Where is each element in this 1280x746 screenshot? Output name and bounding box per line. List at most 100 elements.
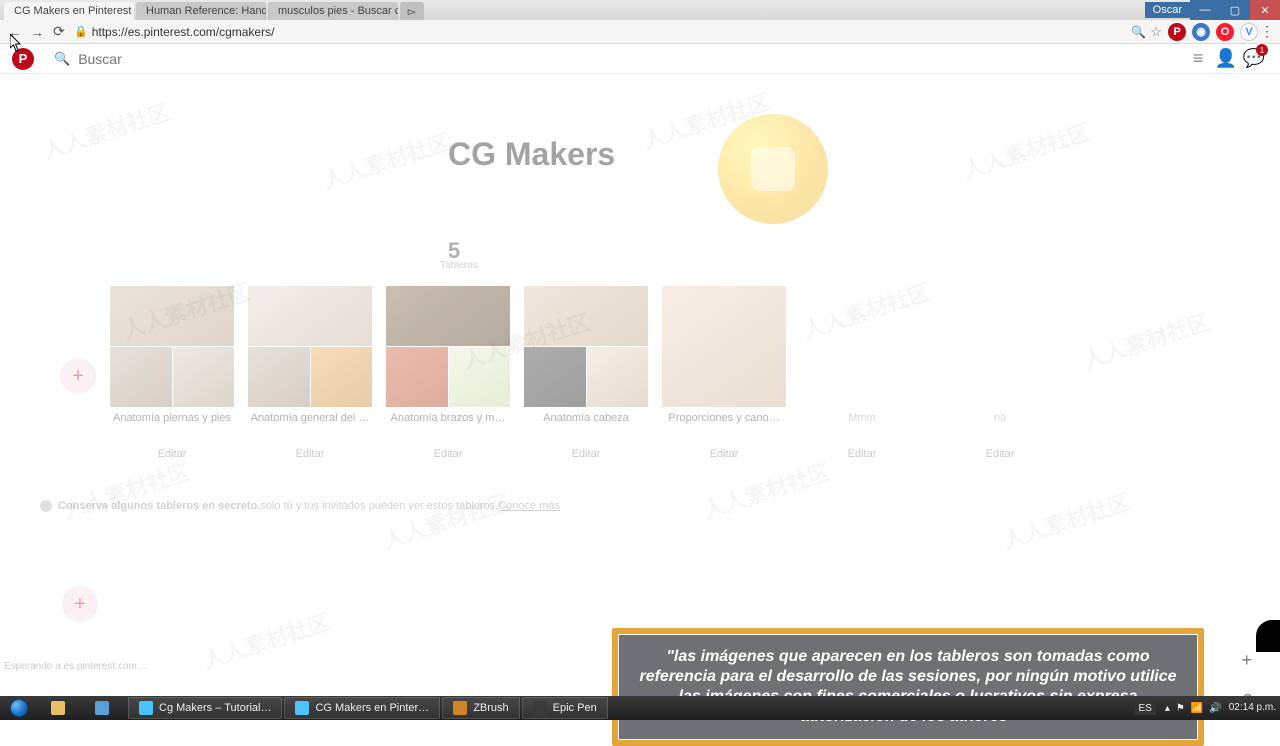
taskbar-app-zbrush[interactable]: ZBrush — [442, 697, 519, 719]
boards-count-label: Tableros — [440, 260, 478, 271]
tab-label: CG Makers en Pinterest — [14, 5, 131, 17]
url-text[interactable]: https://es.pinterest.com/cgmakers/ — [92, 25, 1132, 39]
pinterest-ext-icon[interactable]: P — [1168, 23, 1186, 41]
browser-tab-2[interactable]: Human Reference: Hand… × — [136, 2, 266, 20]
board-title: Proporciones y cano… — [662, 412, 786, 424]
page-content: CG Makers 5 Tableros + Anatomía piernas … — [0, 74, 1280, 676]
board-thumb — [110, 347, 172, 407]
profile-icon[interactable]: 👤 — [1212, 48, 1240, 69]
add-board-button[interactable]: + — [60, 358, 96, 394]
subtitle-text: "las imágenes que aparecen en los tabler… — [618, 634, 1198, 740]
watermark-text: 人人素材社区 — [58, 454, 193, 525]
profile-title: CG Makers — [448, 136, 615, 173]
board-edit-link[interactable]: Editar — [110, 448, 234, 460]
taskbar-app-epicpen[interactable]: Epic Pen — [522, 697, 608, 719]
board-thumb — [248, 286, 372, 346]
explorer-icon — [51, 701, 65, 715]
windows-taskbar: Cg Makers – Tutorial… CG Makers en Pinte… — [0, 696, 1280, 720]
board-edit-link[interactable]: Editar — [662, 448, 786, 460]
zoom-icon[interactable]: 🔍 — [1131, 25, 1146, 39]
board-title: Anatomía brazos y m… — [386, 412, 510, 424]
board-title: Anatomía general del … — [248, 412, 372, 424]
tray-volume-icon[interactable]: 🔊 — [1209, 703, 1221, 714]
extension-v-icon[interactable]: V — [1240, 23, 1258, 41]
profile-avatar[interactable] — [718, 114, 828, 224]
board-edit-link[interactable]: Editar — [524, 448, 648, 460]
opera-ext-icon[interactable]: O — [1216, 23, 1234, 41]
boards-row: + Anatomía piernas y pies Editar Anatomí… — [60, 286, 1062, 460]
window-user-badge[interactable]: Oscar — [1145, 2, 1190, 18]
avatar-inner-icon — [751, 147, 795, 191]
board-edit-link[interactable]: Editar — [938, 448, 1062, 460]
chat-icon[interactable]: 💬 1 — [1240, 48, 1268, 69]
board-thumb — [524, 347, 586, 407]
board-card[interactable]: Anatomía piernas y pies Editar — [110, 286, 234, 460]
tray-arrow-icon[interactable]: ▴ — [1165, 703, 1170, 714]
nav-reload-button[interactable]: ⟳ — [48, 21, 70, 43]
add-secret-board-button[interactable]: + — [62, 586, 98, 622]
board-title: Anatomía piernas y pies — [110, 412, 234, 424]
board-title: Anatomía cabeza — [524, 412, 648, 424]
window-close-button[interactable]: ✕ — [1250, 0, 1280, 20]
subtitle-overlay: "las imágenes que aparecen en los tabler… — [612, 628, 1204, 746]
search-wrap: 🔍 — [54, 51, 1184, 67]
taskbar-clock[interactable]: 02:14 p.m. — [1229, 703, 1276, 713]
taskbar-pinned-app[interactable] — [84, 697, 126, 719]
page-status-text: Esperando a es.pinterest.com… — [4, 661, 147, 672]
pinterest-add-button[interactable]: + — [1241, 650, 1252, 671]
board-card[interactable]: Anatomía cabeza Editar — [524, 286, 648, 460]
watermark-text: 人人素材社区 — [998, 484, 1133, 555]
language-indicator[interactable]: ES — [1134, 702, 1155, 715]
board-thumb — [248, 347, 310, 407]
tray-flag-icon[interactable]: ⚑ — [1176, 703, 1185, 714]
watermark-text: 人人素材社区 — [958, 114, 1093, 185]
learn-more-link[interactable]: Conoce más — [498, 500, 560, 512]
board-edit-link[interactable]: Editar — [248, 448, 372, 460]
new-tab-button[interactable]: ▻ — [400, 2, 424, 20]
watermark-text: 人人素材社区 — [378, 484, 513, 555]
system-tray: ES ▴ ⚑ 📶 🔊 02:14 p.m. — [1134, 702, 1280, 715]
extension-icon[interactable]: ◉ — [1192, 23, 1210, 41]
search-input[interactable] — [78, 51, 378, 67]
https-lock-icon[interactable]: 🔒 — [74, 25, 88, 38]
board-edit-link[interactable]: Editar — [800, 448, 924, 460]
app-icon — [95, 701, 109, 715]
taskbar-pinned-explorer[interactable] — [40, 697, 82, 719]
board-thumb — [662, 286, 786, 407]
board-thumb — [173, 347, 235, 407]
board-card[interactable]: Anatomía general del … Editar — [248, 286, 372, 460]
window-maximize-button[interactable]: ▢ — [1220, 0, 1250, 20]
taskbar-app-cgmakers[interactable]: Cg Makers – Tutorial… — [128, 697, 282, 719]
window-controls: — ▢ ✕ — [1190, 0, 1280, 20]
board-thumb — [311, 347, 373, 407]
board-edit-link[interactable]: Editar — [386, 448, 510, 460]
board-thumbnails — [248, 286, 372, 406]
secret-boards-tip: Conserva algunos tableros en secreto. so… — [40, 500, 560, 512]
watermark-text: 人人素材社区 — [198, 604, 333, 675]
chrome-menu-icon[interactable]: ⋮ — [1258, 23, 1276, 40]
taskbar-app-pinterest[interactable]: CG Makers en Pinter… — [284, 697, 440, 719]
taskbar-label: Epic Pen — [553, 702, 597, 714]
tray-network-icon[interactable]: 📶 — [1191, 703, 1203, 714]
start-orb-icon — [10, 699, 28, 717]
browser-tab-1[interactable]: CG Makers en Pinterest × — [4, 2, 134, 20]
taskbar-label: ZBrush — [473, 702, 508, 714]
tip-bold: Conserva algunos tableros en secreto. — [58, 500, 260, 512]
chrome-icon — [295, 701, 309, 715]
watermark-text: 人人素材社区 — [38, 94, 173, 165]
chrome-icon — [139, 701, 153, 715]
bookmark-star-icon[interactable]: ☆ — [1150, 24, 1162, 40]
notification-badge: 1 — [1256, 44, 1268, 56]
start-button[interactable] — [0, 696, 38, 720]
browser-tabbar: CG Makers en Pinterest × Human Reference… — [0, 0, 1145, 20]
zbrush-icon — [453, 701, 467, 715]
board-card[interactable]: Anatomía brazos y m… Editar — [386, 286, 510, 460]
watermark-text: 人人素材社区 — [1078, 304, 1213, 375]
menu-lines-icon[interactable]: ≡ — [1184, 48, 1212, 69]
window-minimize-button[interactable]: — — [1190, 0, 1220, 20]
board-thumbnails — [386, 286, 510, 406]
nav-forward-button[interactable]: → — [26, 21, 48, 43]
browser-tab-3[interactable]: musculos pies - Buscar c… × — [268, 2, 398, 20]
board-card[interactable]: Proporciones y cano… Editar — [662, 286, 786, 460]
watermark-corner-icon — [1256, 620, 1280, 652]
